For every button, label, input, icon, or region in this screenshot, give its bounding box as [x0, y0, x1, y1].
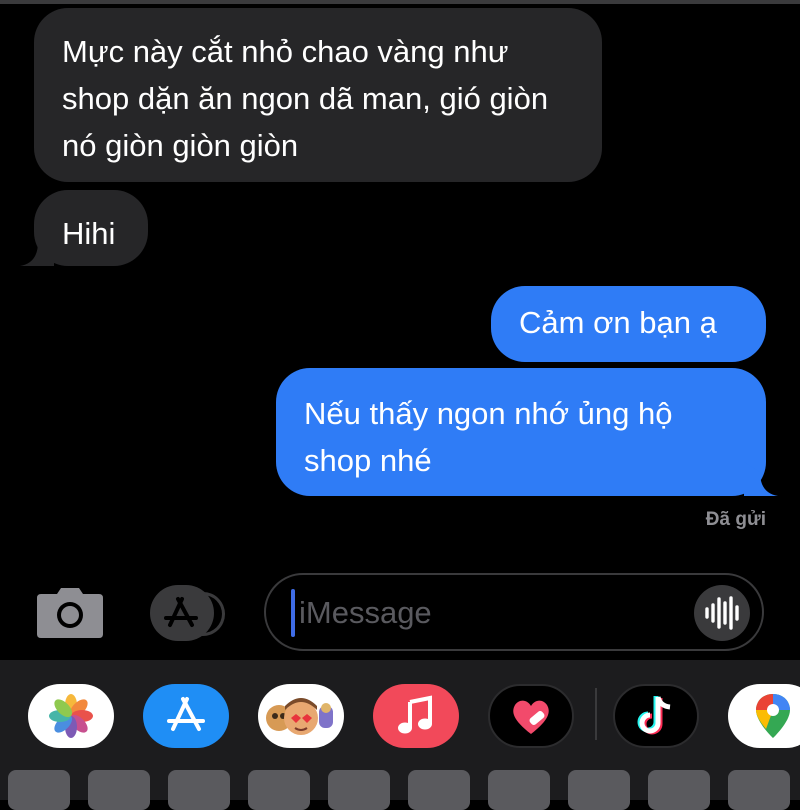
message-text: Nếu thấy ngon nhớ ủng hộ shop nhé: [304, 396, 673, 478]
bubble-tail: [744, 462, 778, 496]
digital-touch-app-button[interactable]: [488, 684, 574, 748]
apps-button[interactable]: [150, 585, 214, 641]
text-caret: [291, 589, 295, 637]
delivery-status: Đã gửi: [705, 509, 766, 530]
app-store-app-button[interactable]: [143, 684, 229, 748]
outgoing-message[interactable]: Nếu thấy ngon nhớ ủng hộ shop nhé: [276, 368, 778, 496]
incoming-message[interactable]: Hihi: [20, 190, 148, 266]
keyboard-key[interactable]: [408, 770, 470, 810]
incoming-message[interactable]: Mực này cắt nhỏ chao vàng như shop dặn ă…: [34, 8, 602, 182]
keyboard-key[interactable]: [568, 770, 630, 810]
bubble-tail: [20, 232, 54, 266]
google-maps-app-button[interactable]: [728, 684, 800, 748]
photos-icon: [49, 694, 93, 738]
tiktok-app-button[interactable]: [613, 684, 699, 748]
message-input[interactable]: iMessage: [264, 573, 764, 651]
message-text: Hihi: [62, 216, 116, 251]
photos-app-button[interactable]: [28, 684, 114, 748]
app-store-icon: [164, 597, 198, 627]
outgoing-message[interactable]: Cảm ơn bạn ạ: [491, 286, 766, 362]
audio-message-button[interactable]: [694, 585, 750, 641]
keyboard-key[interactable]: [328, 770, 390, 810]
message-input-placeholder: iMessage: [299, 595, 432, 630]
keyboard-key[interactable]: [168, 770, 230, 810]
digital-touch-icon: [513, 700, 549, 734]
tiktok-icon: [637, 696, 671, 735]
memoji-app-button[interactable]: [258, 684, 344, 748]
keyboard-key[interactable]: [88, 770, 150, 810]
drawer-divider: [595, 688, 597, 740]
keyboard-key[interactable]: [488, 770, 550, 810]
music-app-button[interactable]: [373, 684, 459, 748]
google-maps-icon: [756, 694, 790, 738]
message-text: Mực này cắt nhỏ chao vàng như shop dặn ă…: [62, 34, 549, 163]
waveform-icon: [705, 596, 739, 630]
message-text: Cảm ơn bạn ạ: [519, 305, 717, 340]
keyboard-key[interactable]: [8, 770, 70, 810]
keyboard-key[interactable]: [248, 770, 310, 810]
memoji-stickers-icon: [266, 698, 333, 735]
camera-button[interactable]: [37, 588, 103, 638]
music-icon: [398, 695, 432, 734]
keyboard-key[interactable]: [648, 770, 710, 810]
camera-icon: [37, 588, 103, 638]
keyboard-key[interactable]: [728, 770, 790, 810]
app-store-icon: [167, 697, 205, 731]
status-bar-edge: [0, 0, 800, 4]
